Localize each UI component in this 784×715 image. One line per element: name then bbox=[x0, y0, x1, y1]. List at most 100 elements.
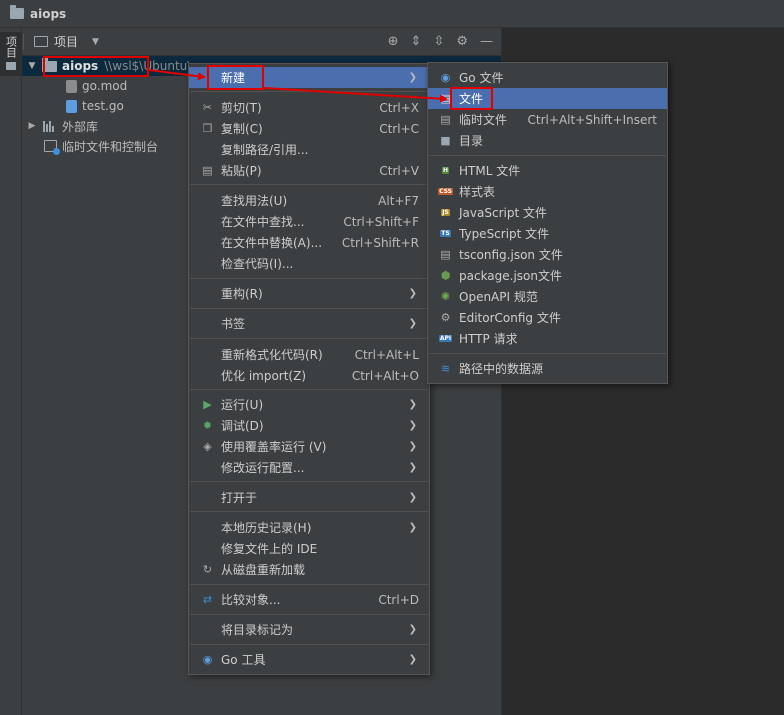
select-opened-file-icon[interactable]: ⊕ bbox=[388, 34, 399, 49]
annotation-box-new bbox=[207, 65, 264, 90]
menu-item-go-tools[interactable]: ◉ Go 工具 ❯ bbox=[189, 649, 429, 670]
chevron-right-icon: ❯ bbox=[408, 399, 417, 410]
menu-item-repair-ide[interactable]: 修复文件上的 IDE bbox=[189, 538, 429, 559]
title-bar: aiops bbox=[0, 0, 784, 28]
menu-item-label: 样式表 bbox=[459, 185, 496, 199]
gear-icon: ⚙ bbox=[440, 311, 451, 324]
menu-item-run[interactable]: ▶ 运行(U) ❯ bbox=[189, 394, 429, 415]
submenu-item-openapi-spec[interactable]: ✺ OpenAPI 规范 bbox=[428, 286, 667, 307]
tree-node-label: go.mod bbox=[82, 79, 128, 93]
menu-item-label: 在文件中查找... bbox=[221, 215, 305, 229]
menu-item-open-in[interactable]: 打开于 ❯ bbox=[189, 487, 429, 508]
scratch-console-icon bbox=[44, 140, 60, 155]
javascript-file-icon: JS bbox=[441, 209, 450, 216]
annotation-box-file bbox=[450, 87, 493, 110]
window-title: aiops bbox=[30, 6, 67, 21]
menu-item-optimize-imports[interactable]: 优化 import(Z) Ctrl+Alt+O bbox=[189, 365, 429, 386]
submenu-item-go-file[interactable]: ◉ Go 文件 bbox=[428, 67, 667, 88]
submenu-item-typescript-file[interactable]: TS TypeScript 文件 bbox=[428, 223, 667, 244]
menu-item-shortcut: Ctrl+Shift+R bbox=[341, 235, 419, 250]
submenu-item-package-json-file[interactable]: ⬢ package.json文件 bbox=[428, 265, 667, 286]
menu-item-reload-from-disk[interactable]: ↻ 从磁盘重新加载 bbox=[189, 559, 429, 580]
menu-divider bbox=[190, 308, 428, 309]
menu-divider bbox=[190, 644, 428, 645]
css-file-icon: CSS bbox=[438, 188, 453, 195]
chevron-right-icon: ❯ bbox=[408, 420, 417, 431]
menu-item-compare-with[interactable]: ⇄ 比较对象... Ctrl+D bbox=[189, 589, 429, 610]
menu-item-label: Go 工具 bbox=[221, 653, 266, 667]
menu-item-paste[interactable]: ▤ 粘贴(P) Ctrl+V bbox=[189, 160, 429, 181]
menu-item-copy[interactable]: ❐ 复制(C) Ctrl+C bbox=[189, 118, 429, 139]
chevron-down-icon[interactable]: ▼ bbox=[92, 37, 99, 47]
menu-item-label: 复制(C) bbox=[221, 122, 263, 136]
hide-panel-icon[interactable]: — bbox=[480, 34, 493, 49]
menu-item-local-history[interactable]: 本地历史记录(H) ❯ bbox=[189, 517, 429, 538]
folder-icon: ■ bbox=[440, 134, 451, 147]
menu-item-shortcut: Ctrl+C bbox=[379, 121, 419, 136]
menu-item-copy-path[interactable]: 复制路径/引用... bbox=[189, 139, 429, 160]
reload-icon: ↻ bbox=[202, 563, 213, 576]
project-tool-tab[interactable]: 项目 bbox=[0, 32, 21, 76]
menu-divider bbox=[190, 338, 428, 339]
menu-item-label: 将目录标记为 bbox=[221, 623, 294, 637]
submenu-item-directory[interactable]: ■ 目录 bbox=[428, 130, 667, 151]
clipboard-icon: ▤ bbox=[202, 164, 213, 177]
menu-item-label: 修复文件上的 IDE bbox=[221, 542, 318, 556]
submenu-item-tsconfig-file[interactable]: ▤ tsconfig.json 文件 bbox=[428, 244, 667, 265]
menu-item-label: 本地历史记录(H) bbox=[221, 521, 312, 535]
menu-divider bbox=[190, 278, 428, 279]
menu-item-label: tsconfig.json 文件 bbox=[459, 248, 563, 262]
menu-item-label: 在文件中替换(A)... bbox=[221, 236, 323, 250]
database-icon: ≋ bbox=[440, 362, 451, 375]
menu-item-label: 比较对象... bbox=[221, 593, 281, 607]
menu-item-modify-run-config[interactable]: 修改运行配置... ❯ bbox=[189, 457, 429, 478]
submenu-item-http-request[interactable]: API HTTP 请求 bbox=[428, 328, 667, 349]
menu-item-replace-in-files[interactable]: 在文件中替换(A)... Ctrl+Shift+R bbox=[189, 232, 429, 253]
submenu-item-html-file[interactable]: H HTML 文件 bbox=[428, 160, 667, 181]
collapse-all-icon[interactable]: ⇳ bbox=[433, 34, 444, 49]
menu-divider bbox=[190, 389, 428, 390]
menu-item-cut[interactable]: ✂ 剪切(T) Ctrl+X bbox=[189, 97, 429, 118]
submenu-item-stylesheet[interactable]: CSS 样式表 bbox=[428, 181, 667, 202]
copy-icon: ❐ bbox=[202, 122, 213, 135]
scratch-file-icon: ▤ bbox=[440, 113, 451, 126]
submenu-item-javascript-file[interactable]: JS JavaScript 文件 bbox=[428, 202, 667, 223]
openapi-icon: ✺ bbox=[440, 290, 451, 303]
menu-item-find-in-files[interactable]: 在文件中查找... Ctrl+Shift+F bbox=[189, 211, 429, 232]
menu-item-label: 打开于 bbox=[221, 491, 258, 505]
chevron-down-icon[interactable]: ▼ bbox=[26, 61, 38, 71]
menu-item-debug[interactable]: ✹ 调试(D) ❯ bbox=[189, 415, 429, 436]
menu-item-label: 从磁盘重新加载 bbox=[221, 563, 306, 577]
panel-toolbar-icons: ⊕ ⇕ ⇳ ⚙ — bbox=[23, 34, 501, 50]
typescript-file-icon: TS bbox=[440, 230, 451, 237]
menu-item-find-usages[interactable]: 查找用法(U) Alt+F7 bbox=[189, 190, 429, 211]
menu-item-run-with-coverage[interactable]: ◈ 使用覆盖率运行 (V) ❯ bbox=[189, 436, 429, 457]
menu-item-label: 重新格式化代码(R) bbox=[221, 348, 323, 362]
chevron-right-icon: ❯ bbox=[408, 654, 417, 665]
menu-item-reformat-code[interactable]: 重新格式化代码(R) Ctrl+Alt+L bbox=[189, 344, 429, 365]
project-tool-tab-label: 项目 bbox=[4, 36, 18, 58]
menu-divider bbox=[190, 584, 428, 585]
menu-item-label: 运行(U) bbox=[221, 398, 264, 412]
chevron-right-icon[interactable]: ▶ bbox=[26, 121, 38, 131]
menu-item-bookmarks[interactable]: 书签 ❯ bbox=[189, 313, 429, 334]
menu-item-shortcut: Ctrl+Alt+Shift+Insert bbox=[527, 112, 657, 127]
submenu-item-data-source-in-path[interactable]: ≋ 路径中的数据源 bbox=[428, 358, 667, 379]
gear-icon[interactable]: ⚙ bbox=[456, 34, 468, 49]
menu-item-shortcut: Alt+F7 bbox=[378, 193, 419, 208]
menu-item-inspect-code[interactable]: 检查代码(I)... bbox=[189, 253, 429, 274]
menu-divider bbox=[190, 481, 428, 482]
folder-icon bbox=[10, 5, 24, 19]
submenu-item-editorconfig-file[interactable]: ⚙ EditorConfig 文件 bbox=[428, 307, 667, 328]
tree-node-label: test.go bbox=[82, 99, 124, 113]
chevron-right-icon: ❯ bbox=[408, 72, 417, 83]
submenu-item-scratch-file[interactable]: ▤ 临时文件 Ctrl+Alt+Shift+Insert bbox=[428, 109, 667, 130]
expand-all-icon[interactable]: ⇕ bbox=[411, 34, 422, 49]
project-view-label[interactable]: 项目 bbox=[54, 33, 78, 50]
menu-item-label: 调试(D) bbox=[221, 419, 264, 433]
menu-item-mark-directory-as[interactable]: 将目录标记为 ❯ bbox=[189, 619, 429, 640]
menu-divider bbox=[190, 614, 428, 615]
menu-item-label: HTTP 请求 bbox=[459, 332, 518, 346]
menu-item-label: Go 文件 bbox=[459, 71, 504, 85]
menu-item-refactor[interactable]: 重构(R) ❯ bbox=[189, 283, 429, 304]
